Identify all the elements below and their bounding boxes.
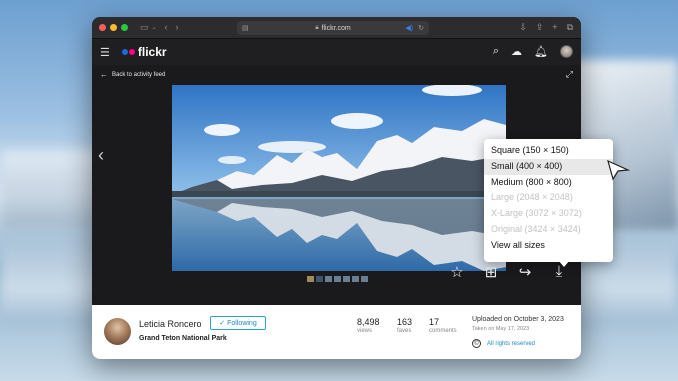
thumbnail[interactable] <box>307 276 314 282</box>
thumbnail[interactable] <box>343 276 350 282</box>
browser-titlebar: ▭ ⌄ ‹ › ▤ 🔒︎ flickr.com ◀) ↻ ⇩ ⇪ + ⧉ <box>92 17 581 39</box>
size-option-medium[interactable]: Medium (800 × 800) <box>484 175 613 191</box>
mouse-pointer-icon <box>607 159 630 181</box>
mountain-landscape-image <box>172 85 506 271</box>
comments-count: 17 <box>429 317 440 327</box>
arrow-left-icon: ← <box>100 70 108 79</box>
comments-label: comments <box>429 328 457 334</box>
following-button[interactable]: ✓ Following <box>210 316 266 330</box>
minimize-window-button[interactable] <box>110 24 117 31</box>
size-option-square[interactable]: Square (150 × 150) <box>484 143 613 159</box>
taken-date[interactable]: Taken on May 17, 2023 <box>472 326 529 332</box>
license[interactable]: © All rights reserved <box>472 339 535 348</box>
copyright-icon: © <box>472 339 481 348</box>
fullscreen-icon[interactable]: ⤢ <box>566 69 573 80</box>
back-icon[interactable]: ‹ <box>165 23 168 32</box>
view-all-sizes-link[interactable]: View all sizes <box>484 238 613 254</box>
upload-date: Uploaded on October 3, 2023 <box>472 316 564 323</box>
zoom-window-button[interactable] <box>121 24 128 31</box>
license-label: All rights reserved <box>487 340 536 347</box>
chevron-down-icon[interactable]: ⌄ <box>152 25 157 31</box>
main-photo[interactable] <box>172 85 506 271</box>
size-option-xlarge: X-Large (3072 × 3072) <box>491 208 582 219</box>
share-icon[interactable]: ⇪ <box>536 22 544 33</box>
lock-icon: 🔒︎ <box>315 24 319 31</box>
share-icon[interactable]: ↪ <box>517 263 533 281</box>
menu-icon[interactable]: ☰ <box>100 46 110 59</box>
address-bar[interactable]: ▤ 🔒︎ flickr.com ◀) ↻ <box>237 21 429 35</box>
filmstrip <box>307 276 368 282</box>
add-to-album-icon[interactable]: ⊞ <box>483 263 499 281</box>
owner-avatar[interactable] <box>104 318 131 345</box>
bell-icon[interactable]: 🔔︎ <box>534 45 548 58</box>
thumbnail[interactable] <box>361 276 368 282</box>
views-stat: 8,498 views <box>357 317 380 334</box>
star-icon[interactable]: ☆ <box>449 263 465 281</box>
audio-icon[interactable]: ◀) <box>405 24 413 32</box>
download-icon[interactable]: ⇩ <box>519 22 527 33</box>
faves-label: faves <box>397 328 412 334</box>
page-icon: ▤ <box>242 25 249 32</box>
close-window-button[interactable] <box>99 24 106 31</box>
thumbnail[interactable] <box>316 276 323 282</box>
search-icon[interactable]: ⌕ <box>493 45 499 58</box>
logo-text: flickr <box>137 45 167 59</box>
thumbnail[interactable] <box>352 276 359 282</box>
flickr-navbar: ☰ flickr ⌕ ☁ 🔔︎ <box>92 39 581 65</box>
logo-pink-dot <box>128 49 135 55</box>
size-option-original: Original (3424 × 3424) <box>491 223 581 234</box>
thumbnail[interactable] <box>334 276 341 282</box>
reload-icon[interactable]: ↻ <box>418 24 424 32</box>
upload-cloud-icon[interactable]: ☁ <box>511 45 522 58</box>
faves-count: 163 <box>397 317 413 327</box>
photo-location[interactable]: Grand Teton National Park <box>139 335 227 342</box>
following-label: Following <box>227 319 257 327</box>
views-count: 8,498 <box>357 317 380 327</box>
forward-icon[interactable]: › <box>176 23 179 32</box>
sidebar-icon[interactable]: ▭ <box>140 23 149 32</box>
photo-actions: ☆ ⊞ ↪ ⤓ <box>449 263 567 281</box>
tabs-icon[interactable]: ⧉ <box>567 22 573 33</box>
logo-blue-dot <box>121 49 128 55</box>
size-option-small[interactable]: Small (400 × 400) <box>484 158 613 175</box>
previous-photo-icon[interactable]: ‹ <box>98 145 104 166</box>
new-tab-icon[interactable]: + <box>552 22 557 33</box>
check-icon: ✓ <box>219 320 226 327</box>
comments-stat: 17 comments <box>429 317 457 334</box>
thumbnail[interactable] <box>325 276 332 282</box>
owner-name[interactable]: Leticia Roncero <box>139 319 202 329</box>
flickr-logo[interactable]: flickr <box>121 45 167 59</box>
faves-stat: 163 faves <box>397 317 412 334</box>
back-link-label: Back to activity feed <box>112 71 166 78</box>
menu-caret <box>558 260 570 267</box>
size-option-large: Large (2048 × 2048) <box>491 192 573 203</box>
photo-info-panel: Leticia Roncero ✓ Following Grand Teton … <box>92 305 581 359</box>
url-text: flickr.com <box>321 24 351 32</box>
account-avatar[interactable] <box>560 45 573 58</box>
views-label: views <box>357 328 373 334</box>
download-size-menu: Square (150 × 150) Small (400 × 400) Med… <box>484 139 613 262</box>
back-to-feed-link[interactable]: ← Back to activity feed <box>100 70 165 79</box>
